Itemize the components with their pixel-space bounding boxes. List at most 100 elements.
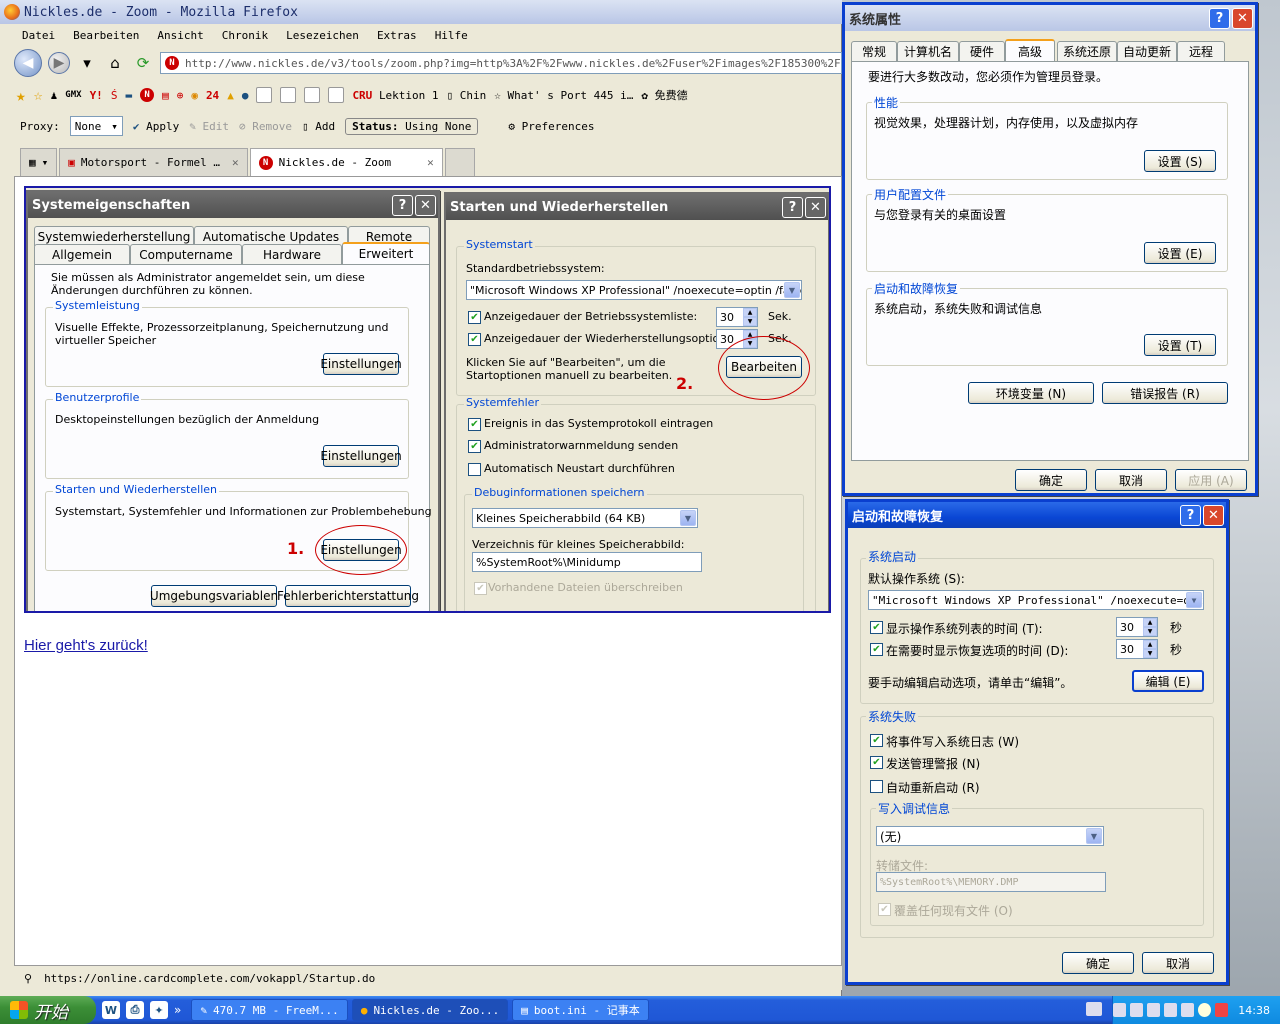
tab-computer-name[interactable]: 计算机名 (897, 41, 959, 61)
tab-general[interactable]: 常规 (851, 41, 897, 61)
show-recovery-spinner[interactable]: 30 ▲ ▼ (1116, 639, 1158, 659)
error-report-button[interactable]: 错误报告 (R) (1102, 382, 1228, 404)
auto-restart-checkbox[interactable] (870, 780, 883, 793)
url-bar[interactable]: N http://www.nickles.de/v3/tools/zoom.ph… (160, 52, 842, 74)
bookmark-chin[interactable]: ▯ Chin (447, 89, 487, 102)
close-icon[interactable]: ✕ (805, 196, 826, 218)
show-list-spinner[interactable]: 30 ▲ ▼ (1116, 617, 1158, 637)
home-icon[interactable]: ⌂ (104, 52, 126, 74)
tab-allgemein[interactable]: Allgemein (34, 244, 130, 264)
dump-type-select[interactable]: (无) ▼ (876, 826, 1104, 846)
bookmark-gmx-icon[interactable]: GMX (65, 90, 81, 100)
bookmark-icon[interactable]: ⊕ (177, 89, 184, 102)
tab-nickles-zoom[interactable]: N Nickles.de - Zoom ✕ (249, 148, 443, 176)
bookmark-icon[interactable]: 24 (206, 89, 219, 102)
page-icon[interactable] (256, 87, 273, 103)
tray-icon[interactable] (1181, 1003, 1195, 1017)
profile-settings-button[interactable]: 设置 (E) (1144, 242, 1216, 264)
tray-icon[interactable] (1164, 1003, 1178, 1017)
tab-automatische-updates[interactable]: Automatische Updates (194, 226, 348, 246)
tab-hardware[interactable]: 硬件 (959, 41, 1005, 61)
bookmark-icon[interactable]: ● (242, 89, 249, 102)
env-variables-button[interactable]: 环境变量 (N) (968, 382, 1094, 404)
tab-computername[interactable]: Computername (130, 244, 242, 264)
help-icon[interactable]: ? (1209, 7, 1230, 29)
menu-bearbeiten[interactable]: Bearbeiten (73, 29, 139, 42)
tab-hardware[interactable]: Hardware (242, 244, 342, 264)
tab-system-restore[interactable]: 系统还原 (1057, 41, 1117, 61)
show-recovery-checkbox[interactable]: ✔ (870, 643, 883, 656)
tray-icon[interactable] (1198, 1003, 1212, 1017)
keyboard-icon[interactable] (1086, 1002, 1102, 1016)
help-icon[interactable]: ? (392, 194, 413, 216)
tray-icon[interactable] (1147, 1003, 1161, 1017)
page-icon[interactable] (328, 87, 345, 103)
bookmark-yahoo-icon[interactable]: Y! (90, 89, 103, 102)
word-icon[interactable]: W (102, 1001, 120, 1019)
tab-auto-update[interactable]: 自动更新 (1117, 41, 1177, 61)
bookmark-icon[interactable]: ◉ (191, 89, 198, 102)
startup-settings-button[interactable]: 设置 (T) (1144, 334, 1216, 356)
close-tab-icon[interactable]: ✕ (427, 156, 434, 169)
show-list-spinner[interactable]: 30 ▲ ▼ (716, 307, 758, 327)
error-report-button[interactable]: Fehlerberichterstattung (277, 585, 419, 607)
tab-systemwiederherstellung[interactable]: Systemwiederherstellung (34, 226, 194, 246)
task-freemind[interactable]: ✎ 470.7 MB - FreeM... (191, 999, 348, 1021)
menu-lesezeichen[interactable]: Lesezeichen (286, 29, 359, 42)
bookmark-icon[interactable]: ▲ (227, 89, 234, 102)
back-link[interactable]: Hier geht's zurück! (24, 637, 148, 654)
bookmark-free[interactable]: ✿ 免费德 (641, 87, 687, 103)
bookmark-port445[interactable]: ☆ What' s Port 445 i… (494, 89, 633, 102)
clock[interactable]: 14:38 (1238, 1004, 1270, 1017)
default-os-select[interactable]: "Microsoft Windows XP Professional" /noe… (466, 280, 802, 300)
reload-icon[interactable]: ⟳ (132, 52, 154, 74)
page-icon[interactable] (280, 87, 297, 103)
ok-button[interactable]: 确定 (1062, 952, 1134, 974)
tab-list-button[interactable]: ▦ ▾ (20, 148, 58, 176)
tab-motorsport[interactable]: ▣ Motorsport - Formel … ✕ (59, 148, 248, 176)
tab-advanced[interactable]: 高级 (1005, 39, 1055, 61)
cancel-button[interactable]: 取消 (1095, 469, 1167, 491)
printer-icon[interactable]: ⎙ (126, 1001, 144, 1019)
help-icon[interactable]: ? (782, 196, 803, 218)
overwrite-checkbox[interactable]: ✔ (878, 903, 891, 916)
dump-dir-input[interactable]: %SystemRoot%\Minidump (472, 552, 702, 572)
apply-button[interactable]: ✔ Apply (133, 120, 179, 133)
remove-button[interactable]: ⊘ Remove (239, 120, 292, 133)
bookmark-icon[interactable]: Ś (111, 89, 118, 102)
new-tab-button[interactable] (444, 148, 475, 176)
show-list-checkbox[interactable]: ✔ (468, 311, 481, 324)
task-notepad[interactable]: ▤ boot.ini - 记事本 (512, 999, 649, 1021)
close-tab-icon[interactable]: ✕ (232, 156, 239, 169)
show-recovery-checkbox[interactable]: ✔ (468, 333, 481, 346)
app-icon[interactable]: ✦ (150, 1001, 168, 1019)
cancel-button[interactable]: 取消 (1142, 952, 1214, 974)
edit-button[interactable]: ✎ Edit (189, 120, 229, 133)
close-icon[interactable]: ✕ (1203, 504, 1224, 526)
tab-erweitert[interactable]: Erweitert (342, 242, 430, 264)
dump-file-input[interactable]: %SystemRoot%\MEMORY.DMP (876, 872, 1106, 892)
tray-icon[interactable] (1215, 1003, 1229, 1017)
bookmark-lektion[interactable]: CRU Lektion 1 (352, 89, 438, 102)
menu-chronik[interactable]: Chronik (222, 29, 268, 42)
start-button[interactable]: 开始 (0, 996, 96, 1024)
tab-remote[interactable]: 远程 (1177, 41, 1225, 61)
star-icon[interactable]: ★ (16, 86, 26, 105)
auto-restart-checkbox[interactable] (468, 463, 481, 476)
task-firefox[interactable]: ● Nickles.de - Zoo... (351, 999, 509, 1021)
admin-alert-checkbox[interactable]: ✔ (870, 756, 883, 769)
ok-button[interactable]: 确定 (1015, 469, 1087, 491)
bookmark-icon[interactable]: ▤ (162, 89, 169, 102)
help-icon[interactable]: ? (1180, 504, 1201, 526)
history-dropdown-icon[interactable]: ▾ (76, 52, 98, 74)
proxy-select[interactable]: None ▾ (69, 116, 123, 136)
bookmark-icon[interactable]: ♟ (51, 89, 58, 102)
perf-settings-button[interactable]: 设置 (S) (1144, 150, 1216, 172)
edit-button[interactable]: 编辑 (E) (1132, 670, 1204, 692)
menu-ansicht[interactable]: Ansicht (157, 29, 203, 42)
forward-button[interactable]: ▶ (48, 52, 70, 74)
show-list-checkbox[interactable]: ✔ (870, 621, 883, 634)
tray-icon[interactable] (1130, 1003, 1144, 1017)
close-icon[interactable]: ✕ (415, 194, 436, 216)
perf-settings-button[interactable]: Einstellungen (320, 353, 402, 375)
